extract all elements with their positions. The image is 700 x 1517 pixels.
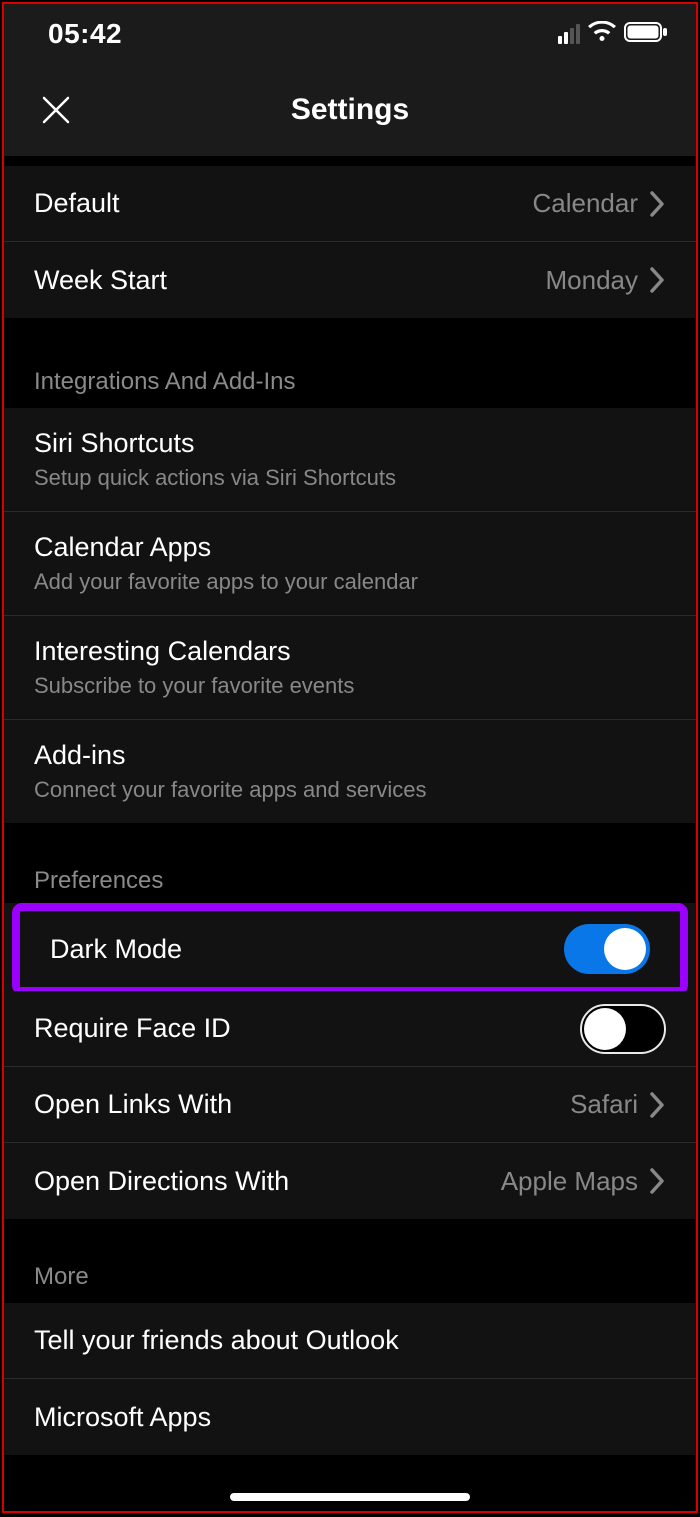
- row-value: Calendar: [532, 188, 638, 219]
- chevron-right-icon: [648, 1166, 666, 1196]
- row-addins[interactable]: Add-ins Connect your favorite apps and s…: [4, 720, 696, 823]
- row-calendar-apps[interactable]: Calendar Apps Add your favorite apps to …: [4, 512, 696, 616]
- face-id-toggle[interactable]: [580, 1004, 666, 1054]
- dark-mode-highlight: Dark Mode: [12, 903, 688, 995]
- row-tell-friends[interactable]: Tell your friends about Outlook: [4, 1303, 696, 1379]
- close-icon: [41, 95, 71, 125]
- row-label: Default: [34, 188, 120, 219]
- close-button[interactable]: [34, 88, 78, 132]
- row-value: Apple Maps: [501, 1166, 638, 1197]
- row-week-start[interactable]: Week Start Monday: [4, 242, 696, 318]
- status-bar: 05:42: [4, 4, 696, 64]
- row-microsoft-apps[interactable]: Microsoft Apps: [4, 1379, 696, 1455]
- chevron-right-icon: [648, 1090, 666, 1120]
- chevron-right-icon: [648, 265, 666, 295]
- row-interesting-calendars[interactable]: Interesting Calendars Subscribe to your …: [4, 616, 696, 720]
- row-label: Open Links With: [34, 1089, 232, 1120]
- dark-mode-toggle[interactable]: [564, 924, 650, 974]
- row-label: Open Directions With: [34, 1166, 289, 1197]
- row-label: Require Face ID: [34, 1013, 231, 1044]
- home-indicator[interactable]: [230, 1493, 470, 1501]
- row-label: Interesting Calendars: [34, 636, 354, 667]
- row-default[interactable]: Default Calendar: [4, 166, 696, 242]
- row-label: Week Start: [34, 265, 167, 296]
- section-header-preferences: Preferences: [4, 823, 696, 907]
- row-open-links[interactable]: Open Links With Safari: [4, 1067, 696, 1143]
- row-label: Microsoft Apps: [34, 1402, 211, 1433]
- page-title: Settings: [291, 93, 409, 127]
- row-sublabel: Subscribe to your favorite events: [34, 673, 354, 699]
- row-label: Calendar Apps: [34, 532, 418, 563]
- row-face-id[interactable]: Require Face ID: [4, 991, 696, 1067]
- row-value: Monday: [546, 265, 639, 296]
- row-sublabel: Add your favorite apps to your calendar: [34, 569, 418, 595]
- row-dark-mode[interactable]: Dark Mode: [20, 911, 680, 987]
- row-label: Siri Shortcuts: [34, 428, 396, 459]
- section-header-integrations: Integrations And Add-Ins: [4, 318, 696, 408]
- row-value: Safari: [570, 1089, 638, 1120]
- wifi-icon: [588, 21, 616, 48]
- cellular-signal-icon: [558, 24, 580, 44]
- status-time: 05:42: [48, 18, 122, 50]
- row-sublabel: Connect your favorite apps and services: [34, 777, 427, 803]
- section-header-more: More: [4, 1219, 696, 1303]
- chevron-right-icon: [648, 189, 666, 219]
- row-open-directions[interactable]: Open Directions With Apple Maps: [4, 1143, 696, 1219]
- nav-bar: Settings: [4, 64, 696, 156]
- row-sublabel: Setup quick actions via Siri Shortcuts: [34, 465, 396, 491]
- row-siri-shortcuts[interactable]: Siri Shortcuts Setup quick actions via S…: [4, 408, 696, 512]
- row-label: Add-ins: [34, 740, 427, 771]
- battery-icon: [624, 21, 668, 48]
- row-label: Dark Mode: [50, 934, 182, 965]
- row-label: Tell your friends about Outlook: [34, 1325, 399, 1356]
